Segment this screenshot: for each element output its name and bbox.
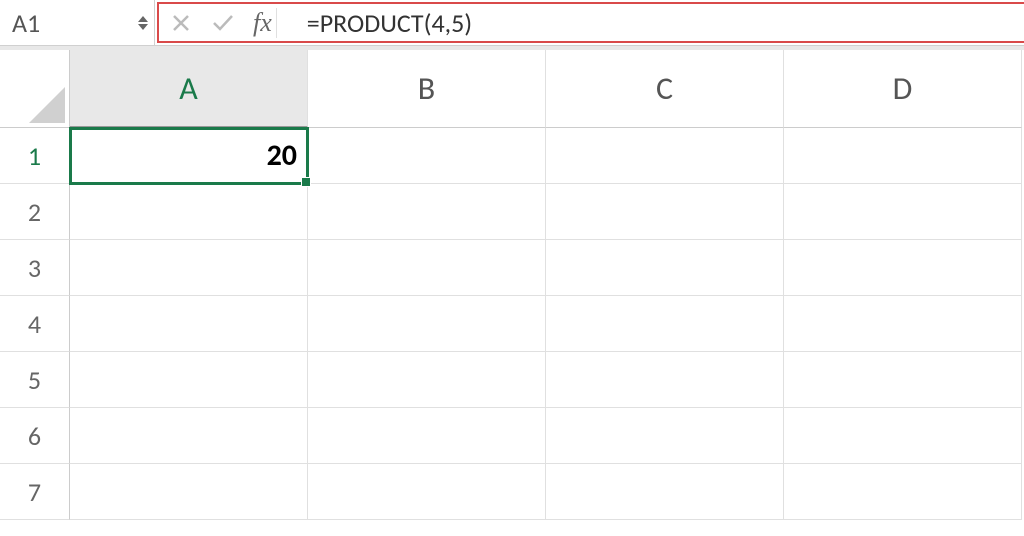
cell-b1[interactable]: [308, 128, 546, 184]
cell-c7[interactable]: [546, 464, 784, 520]
cell-b2[interactable]: [308, 184, 546, 240]
spreadsheet-grid: 1 2 3 4 5 6 7 A B C D 20: [0, 46, 1024, 536]
cell-a3[interactable]: [70, 240, 308, 296]
chevron-up-icon[interactable]: [138, 16, 148, 22]
cell-c4[interactable]: [546, 296, 784, 352]
cell-c5[interactable]: [546, 352, 784, 408]
name-box[interactable]: A1: [0, 0, 155, 45]
cell-d6[interactable]: [784, 408, 1022, 464]
cell-a2[interactable]: [70, 184, 308, 240]
grid-rows: 20: [70, 128, 1024, 520]
cell-b5[interactable]: [308, 352, 546, 408]
cell-a7[interactable]: [70, 464, 308, 520]
grid-row-3: [70, 240, 1024, 296]
row-headers: 1 2 3 4 5 6 7: [0, 50, 70, 536]
cell-a4[interactable]: [70, 296, 308, 352]
grid-row-5: [70, 352, 1024, 408]
name-box-stepper[interactable]: [138, 16, 148, 30]
name-box-value: A1: [12, 7, 40, 39]
formula-bar-row: A1 fx: [0, 0, 1024, 46]
insert-function-button[interactable]: fx: [253, 8, 277, 38]
grid-row-4: [70, 296, 1024, 352]
chevron-down-icon[interactable]: [138, 24, 148, 30]
column-headers: A B C D: [70, 50, 1024, 128]
enter-icon[interactable]: [211, 11, 235, 35]
formula-input[interactable]: [299, 0, 1024, 45]
cancel-icon[interactable]: [169, 11, 193, 35]
column-header-a[interactable]: A: [70, 50, 308, 128]
cell-c1[interactable]: [546, 128, 784, 184]
cell-a5[interactable]: [70, 352, 308, 408]
formula-bar-container: fx: [155, 0, 1024, 45]
cell-b4[interactable]: [308, 296, 546, 352]
cell-d7[interactable]: [784, 464, 1022, 520]
cell-d2[interactable]: [784, 184, 1022, 240]
row-header-5[interactable]: 5: [0, 352, 70, 408]
cell-d1[interactable]: [784, 128, 1022, 184]
column-header-b[interactable]: B: [308, 50, 546, 128]
row-header-3[interactable]: 3: [0, 240, 70, 296]
select-all-cell[interactable]: [0, 50, 70, 128]
column-header-c[interactable]: C: [546, 50, 784, 128]
grid-row-7: [70, 464, 1024, 520]
row-header-7[interactable]: 7: [0, 464, 70, 520]
cell-c2[interactable]: [546, 184, 784, 240]
grid-row-6: [70, 408, 1024, 464]
row-header-6[interactable]: 6: [0, 408, 70, 464]
cell-b6[interactable]: [308, 408, 546, 464]
cell-d5[interactable]: [784, 352, 1022, 408]
formula-controls: fx: [155, 0, 299, 45]
row-header-2[interactable]: 2: [0, 184, 70, 240]
row-header-4[interactable]: 4: [0, 296, 70, 352]
column-header-d[interactable]: D: [784, 50, 1022, 128]
row-header-1[interactable]: 1: [0, 128, 70, 184]
cell-a1[interactable]: 20: [70, 128, 308, 184]
cell-a6[interactable]: [70, 408, 308, 464]
grid-area: A B C D 20: [70, 50, 1024, 536]
grid-row-1: 20: [70, 128, 1024, 184]
cell-d4[interactable]: [784, 296, 1022, 352]
cell-b7[interactable]: [308, 464, 546, 520]
cell-b3[interactable]: [308, 240, 546, 296]
cell-c6[interactable]: [546, 408, 784, 464]
cell-d3[interactable]: [784, 240, 1022, 296]
select-all-triangle-icon: [29, 87, 65, 123]
grid-row-2: [70, 184, 1024, 240]
cell-c3[interactable]: [546, 240, 784, 296]
